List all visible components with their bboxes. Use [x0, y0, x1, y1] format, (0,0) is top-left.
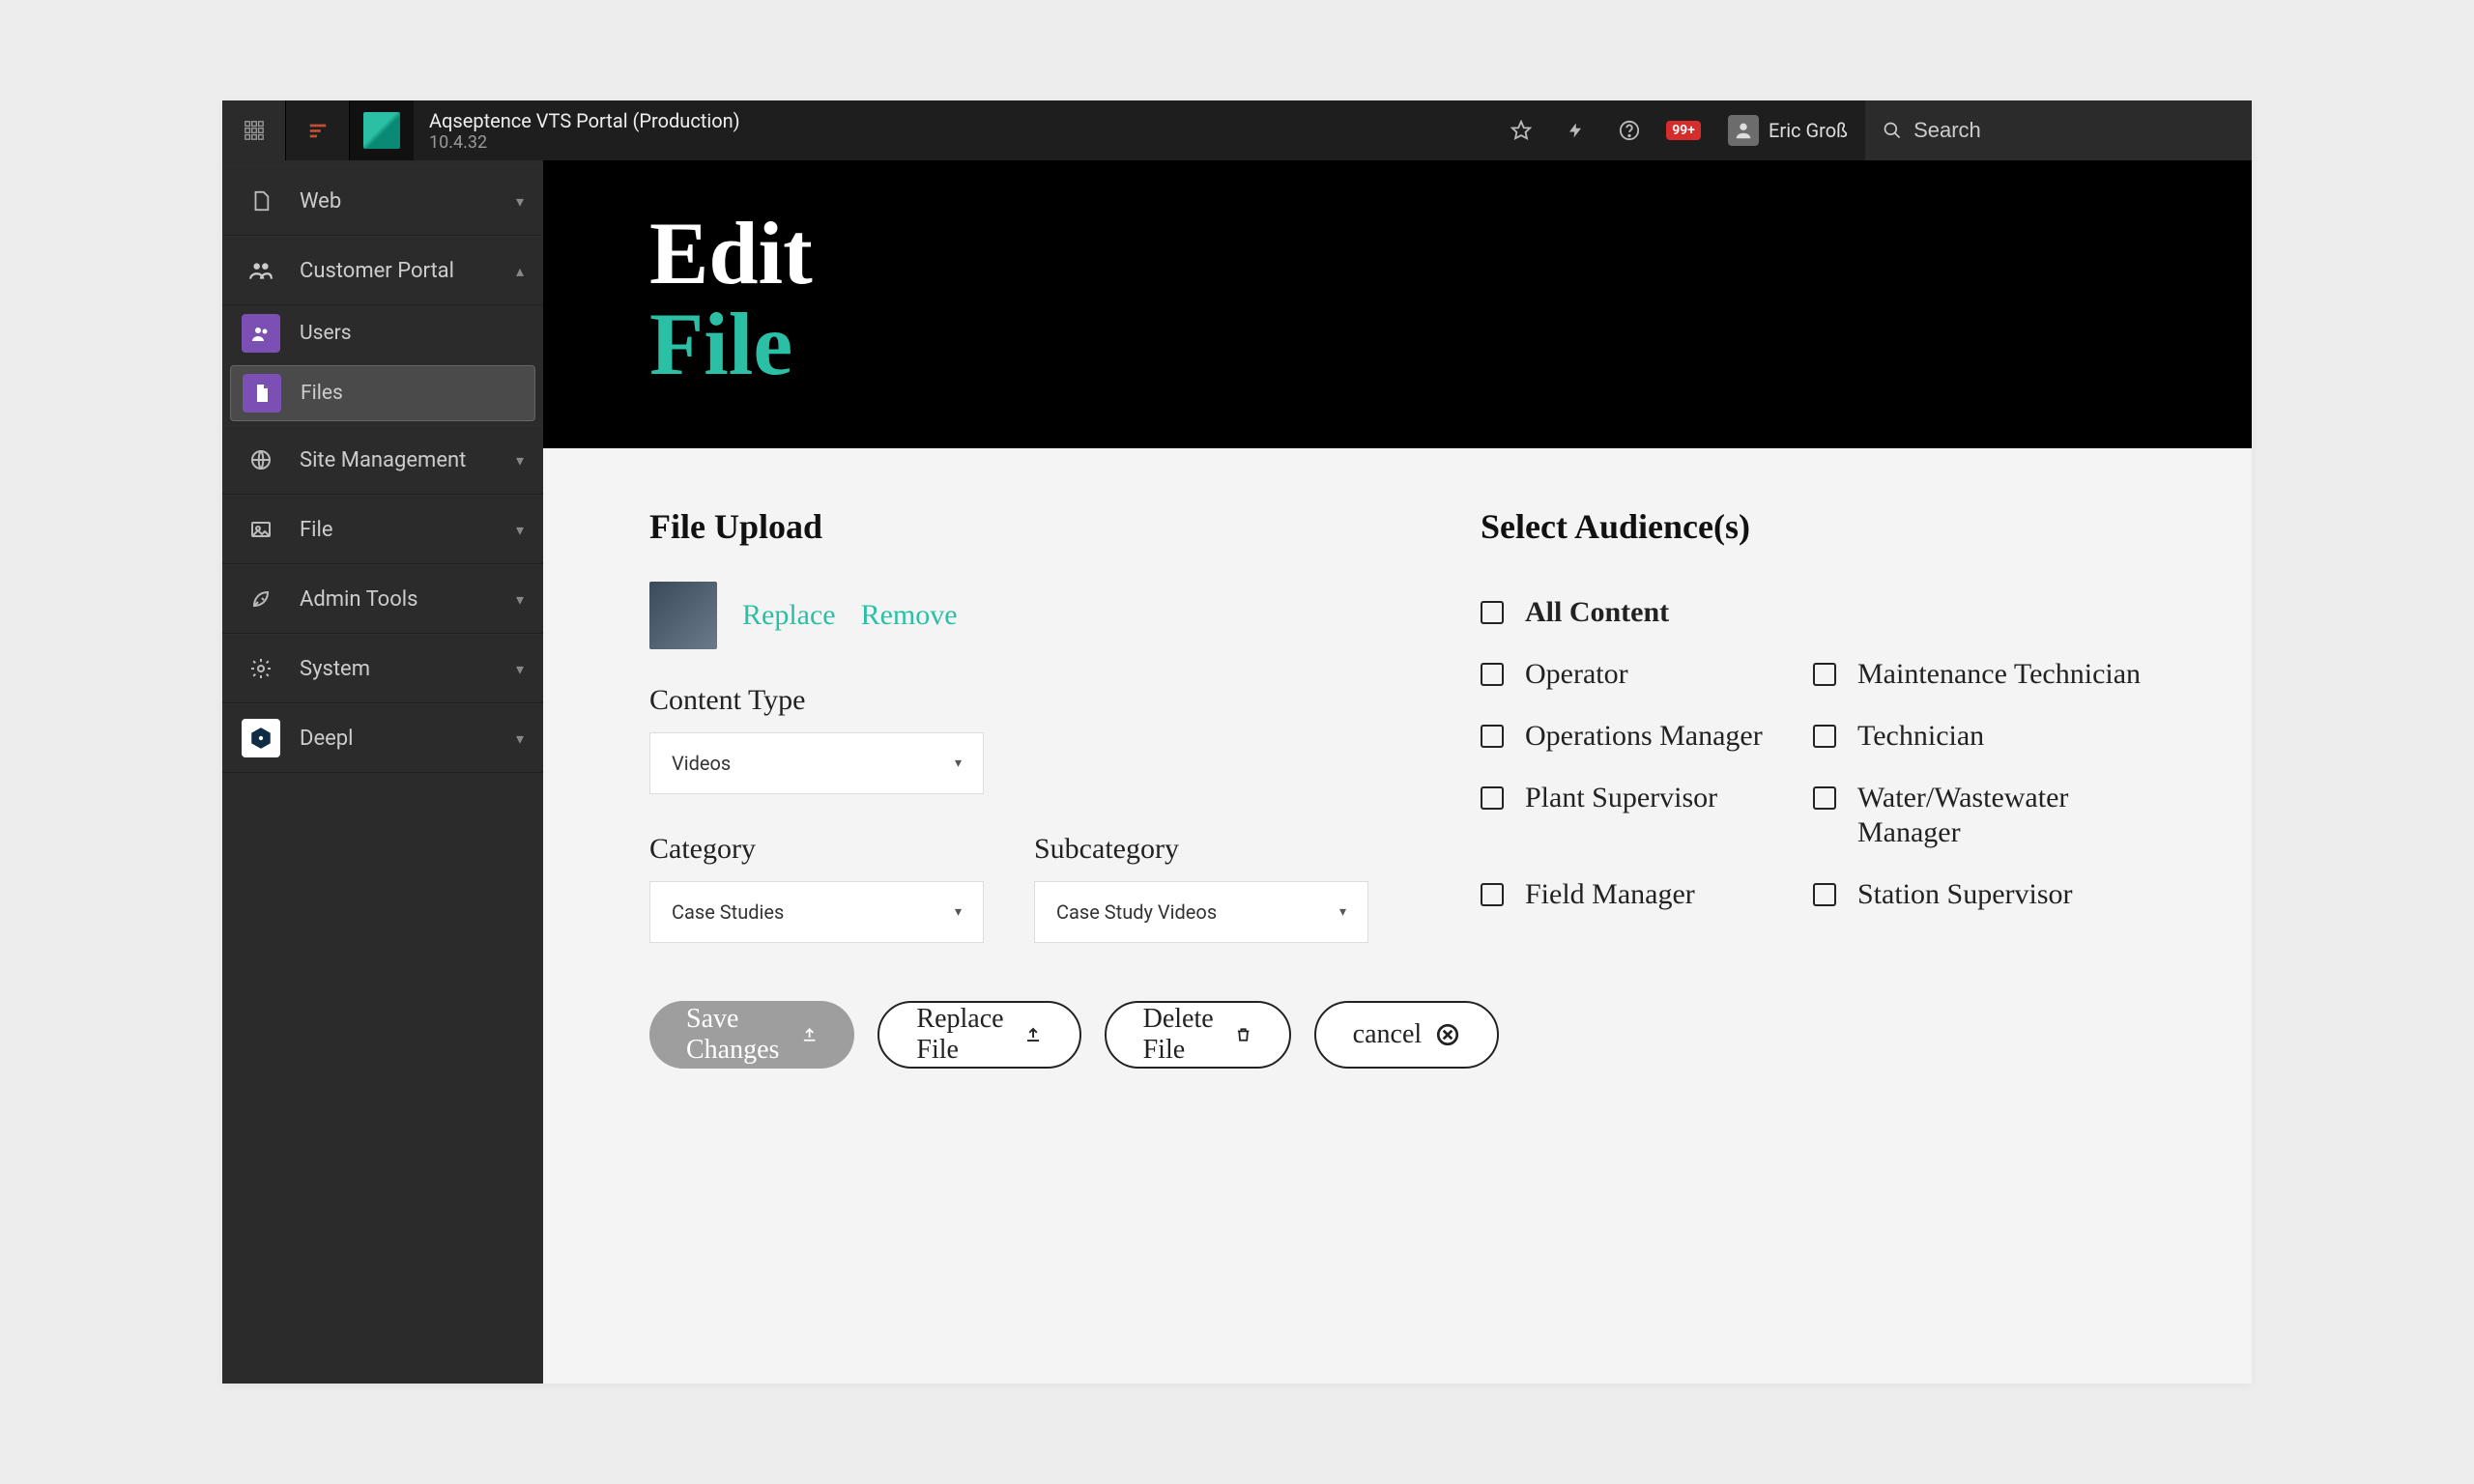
audience-checkbox[interactable]: Field Manager [1481, 864, 1813, 926]
save-changes-button[interactable]: Save Changes [649, 1001, 854, 1069]
chevron-down-icon: ▾ [516, 451, 524, 470]
rocket-icon [242, 580, 280, 618]
search-icon [1883, 120, 1902, 141]
sidebar-item-customer-portal[interactable]: Customer Portal ▴ [222, 236, 543, 305]
checkbox-icon [1813, 663, 1836, 686]
cancel-button[interactable]: cancel [1314, 1001, 1500, 1069]
audience-checkbox[interactable]: Plant Supervisor [1481, 767, 1813, 864]
app-title-block: Aqseptence VTS Portal (Production) 10.4.… [414, 100, 740, 160]
sidebar-item-deepl[interactable]: Deepl ▾ [222, 703, 543, 773]
audience-checkbox[interactable]: Station Supervisor [1813, 864, 2145, 926]
audience-checkbox[interactable]: Operator [1481, 643, 1813, 705]
files-icon [243, 374, 281, 413]
checkbox-icon [1481, 725, 1504, 748]
chevron-down-icon: ▾ [516, 192, 524, 211]
actions-button[interactable] [1548, 100, 1602, 160]
chevron-down-icon: ▾ [516, 590, 524, 609]
chevron-down-icon: ▾ [955, 904, 962, 920]
checkbox-icon [1813, 786, 1836, 810]
checkbox-icon [1481, 786, 1504, 810]
sidebar-item-file[interactable]: File ▾ [222, 495, 543, 564]
globe-icon [242, 441, 280, 479]
checkbox-icon [1481, 601, 1504, 624]
users-icon [242, 314, 280, 353]
replace-file-button[interactable]: Replace File [877, 1001, 1080, 1069]
portal-icon [242, 251, 280, 290]
chevron-down-icon: ▾ [516, 660, 524, 678]
sidebar-subitem-files[interactable]: Files [230, 365, 535, 421]
user-menu[interactable]: Eric Groß [1711, 100, 1865, 160]
chevron-down-icon: ▾ [1339, 904, 1346, 920]
sidebar-item-site-management[interactable]: Site Management ▾ [222, 425, 543, 495]
main-content: Edit File File Upload Replace Remove Con… [543, 160, 2252, 1384]
notifications-button[interactable]: 99+ [1656, 100, 1711, 160]
trash-icon [1235, 1022, 1251, 1047]
gear-icon [242, 649, 280, 688]
apps-grid-button[interactable] [222, 100, 286, 160]
image-icon [242, 510, 280, 549]
audience-checkbox[interactable]: Maintenance Technician [1813, 643, 2145, 705]
category-label: Category [649, 833, 984, 866]
page-hero: Edit File [543, 160, 2252, 448]
audience-checkbox[interactable]: Operations Manager [1481, 705, 1813, 767]
help-button[interactable] [1602, 100, 1656, 160]
audience-checkbox[interactable]: Technician [1813, 705, 2145, 767]
cancel-icon [1435, 1022, 1460, 1047]
upload-icon [1024, 1022, 1042, 1047]
chevron-down-icon: ▾ [955, 756, 962, 771]
checkbox-icon [1481, 663, 1504, 686]
file-thumbnail [649, 582, 717, 649]
sidebar-item-web[interactable]: Web ▾ [222, 166, 543, 236]
audience-heading: Select Audience(s) [1481, 506, 2145, 547]
user-name: Eric Groß [1769, 119, 1848, 142]
sidebar-item-admin-tools[interactable]: Admin Tools ▾ [222, 564, 543, 634]
chevron-up-icon: ▴ [516, 262, 524, 280]
file-upload-heading: File Upload [649, 506, 1423, 547]
replace-link[interactable]: Replace [742, 599, 836, 632]
favorites-button[interactable] [1494, 100, 1548, 160]
chevron-down-icon: ▾ [516, 521, 524, 539]
remove-link[interactable]: Remove [861, 599, 958, 632]
notification-badge: 99+ [1666, 121, 1701, 140]
audience-checkbox[interactable]: Water/Wastewater Manager [1813, 767, 2145, 864]
delete-file-button[interactable]: Delete File [1105, 1001, 1291, 1069]
checkbox-icon [1813, 883, 1836, 906]
page-title: Edit File [649, 209, 2145, 390]
content-type-select[interactable]: Videos ▾ [649, 732, 984, 794]
subcategory-label: Subcategory [1034, 833, 1368, 866]
app-frame: Aqseptence VTS Portal (Production) 10.4.… [222, 100, 2252, 1384]
sidebar: Web ▾ Customer Portal ▴ Users [222, 160, 543, 1384]
upload-icon [801, 1022, 818, 1047]
sidebar-subitem-users[interactable]: Users [222, 305, 543, 361]
page-icon [242, 182, 280, 220]
checkbox-icon [1813, 725, 1836, 748]
category-select[interactable]: Case Studies ▾ [649, 881, 984, 943]
app-logo[interactable] [350, 100, 414, 160]
topbar: Aqseptence VTS Portal (Production) 10.4.… [222, 100, 2252, 160]
subcategory-select[interactable]: Case Study Videos ▾ [1034, 881, 1368, 943]
user-avatar-icon [1728, 115, 1759, 146]
content-type-label: Content Type [649, 684, 1423, 717]
app-title: Aqseptence VTS Portal (Production) [429, 109, 740, 132]
deepl-icon [242, 719, 280, 757]
audience-checkbox-all[interactable]: All Content [1481, 582, 1813, 643]
chevron-down-icon: ▾ [516, 729, 524, 748]
global-search[interactable] [1865, 100, 2252, 160]
checkbox-icon [1481, 883, 1504, 906]
secondary-nav-button[interactable] [286, 100, 350, 160]
app-version: 10.4.32 [429, 132, 740, 153]
search-input[interactable] [1913, 118, 2234, 143]
sidebar-item-system[interactable]: System ▾ [222, 634, 543, 703]
